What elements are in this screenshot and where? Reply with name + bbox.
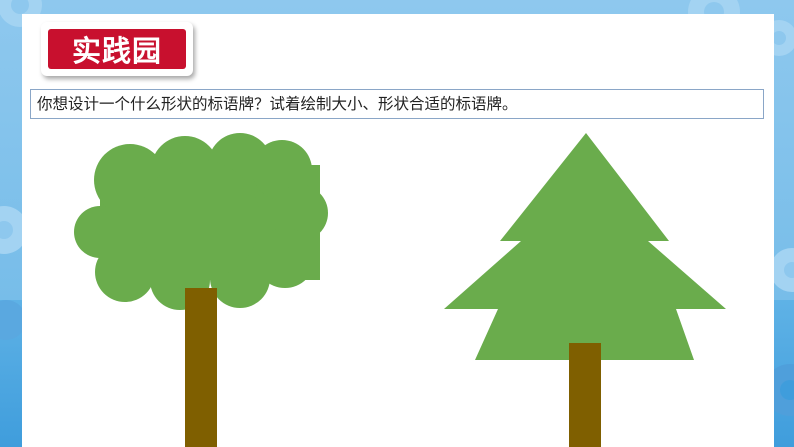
round-tree-trunk bbox=[185, 288, 217, 447]
pine-tree-illustration bbox=[444, 133, 726, 447]
round-tree-canopy bbox=[74, 133, 328, 310]
pine-tree-foliage bbox=[444, 133, 726, 360]
pine-tree-trunk bbox=[569, 343, 601, 447]
tree-illustrations bbox=[74, 133, 726, 447]
round-tree-illustration bbox=[74, 133, 328, 447]
